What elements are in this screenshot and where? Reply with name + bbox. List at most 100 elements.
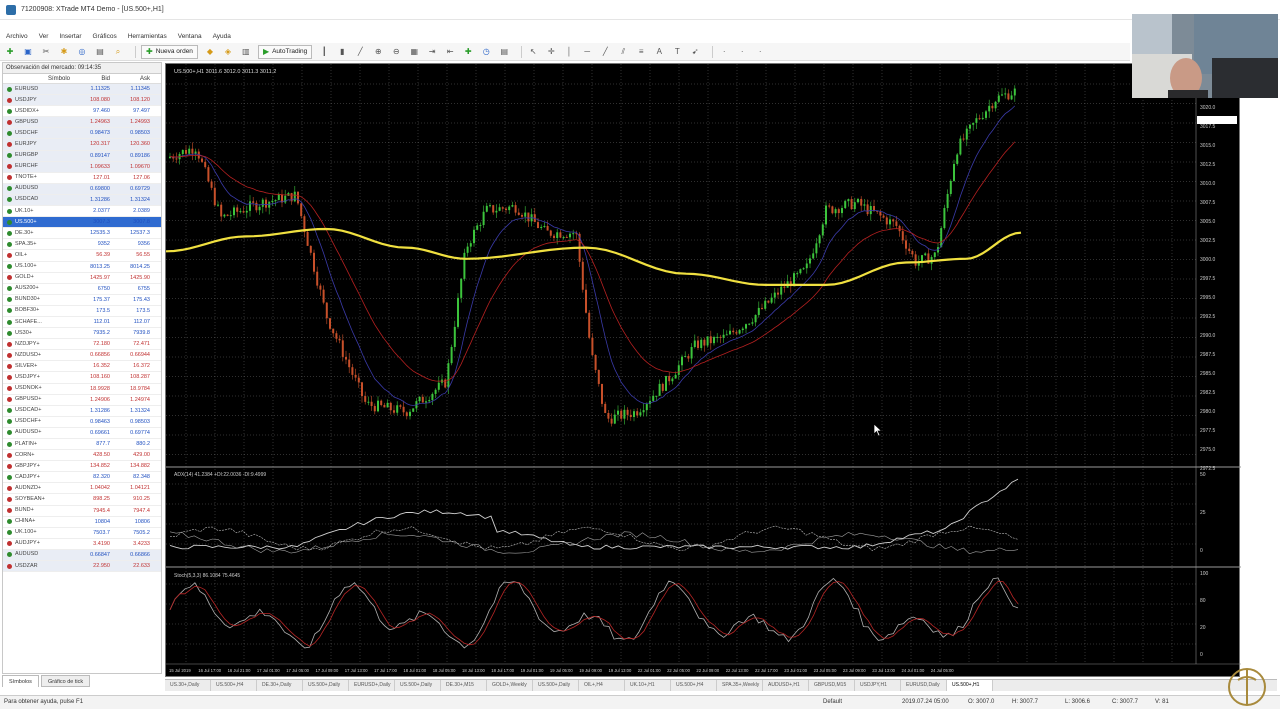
market-watch-row[interactable]: BUND30+ 175.37 175.43 (3, 295, 161, 306)
menu-ver[interactable]: Ver (39, 33, 49, 40)
equidistant-channel-icon[interactable]: ⫽ (617, 46, 629, 58)
line-chart-icon[interactable]: ╱ (354, 46, 366, 58)
market-watch-row[interactable]: SCHAFE... 112.01 112.07 (3, 317, 161, 329)
terminal-icon[interactable]: ▤ (94, 46, 106, 58)
market-watch-row[interactable]: CADJPY+ 82.320 82.348 (3, 472, 161, 484)
menu-archivo[interactable]: Archivo (6, 33, 28, 40)
bar-chart-icon[interactable]: ┃ (318, 46, 330, 58)
market-watch-row[interactable]: EURCHF 1.09633 1.09670 (3, 161, 161, 173)
arrows-icon[interactable]: ➹ (689, 46, 701, 58)
meta-editor-icon[interactable]: ◆ (204, 46, 216, 58)
market-watch-row[interactable]: TNOTE+ 127.01 127.06 (3, 173, 161, 184)
text-icon[interactable]: A (653, 46, 665, 58)
market-watch-row[interactable]: AUDUSD+ 0.69661 0.69774 (3, 428, 161, 439)
market-watch-row[interactable]: USDZAR 22.950 22.633 (3, 561, 161, 573)
market-watch-row[interactable]: UK.10+ 2.0377 2.0389 (3, 206, 161, 218)
crosshair-icon[interactable]: ✛ (545, 46, 557, 58)
market-watch-row[interactable]: CORN+ 428.50 429.00 (3, 450, 161, 462)
column-ask[interactable]: Ask (113, 74, 153, 83)
menu-graficos[interactable]: Gráficos (93, 33, 117, 40)
market-watch-row[interactable]: GBPJPY+ 134.852 134.882 (3, 461, 161, 473)
vertical-line-icon[interactable]: │ (563, 46, 575, 58)
market-watch-row[interactable]: USDCAD+ 1.31286 1.31324 (3, 406, 161, 417)
menu-ayuda[interactable]: Ayuda (213, 33, 231, 40)
candle-chart-icon[interactable]: ▮ (336, 46, 348, 58)
chart-tab[interactable]: US.30+,Daily (165, 680, 211, 691)
market-watch-row[interactable]: SOYBEAN+ 898.25 910.25 (3, 494, 161, 506)
chart-tab[interactable]: OIL+,H4 (579, 680, 625, 691)
market-watch-row[interactable]: USDCHF 0.98473 0.98503 (3, 128, 161, 140)
market-watch-row[interactable]: NZDUSD+ 0.66856 0.66944 (3, 350, 161, 362)
fibonacci-icon[interactable]: ≡ (635, 46, 647, 58)
chart-tab[interactable]: DE.30+,M15 (441, 680, 487, 691)
cursor-icon[interactable]: ↖ (527, 46, 539, 58)
market-watch-row[interactable]: USDCAD 1.31286 1.31324 (3, 194, 161, 207)
tab-tick-chart[interactable]: Gráfico de tick (40, 675, 91, 687)
tile-windows-icon[interactable]: ▦ (408, 46, 420, 58)
chart-tab[interactable]: GBPUSD,M15 (809, 680, 855, 691)
market-watch-row[interactable]: USDCHF+ 0.98463 0.98503 (3, 417, 161, 428)
chart-tab[interactable]: GOLD+,Weekly (487, 680, 533, 691)
templates-icon[interactable]: ▤ (498, 46, 510, 58)
new-order-button[interactable]: ✚ Nueva orden (141, 44, 198, 59)
market-watch-row[interactable]: UK.100+ 7503.7 7505.2 (3, 528, 161, 539)
market-watch-row[interactable]: USDJPY 108.080 108.120 (3, 95, 161, 107)
profiles-icon[interactable]: ▣ (22, 46, 34, 58)
m5-period-icon[interactable]: · (736, 46, 748, 58)
chart-tab[interactable]: US.500+,Daily (533, 680, 579, 691)
chart-tab[interactable]: DE.30+,Daily (257, 680, 303, 691)
chart-tab[interactable]: USDJPY,H1 (855, 680, 901, 691)
market-watch-row[interactable]: DE.30+ 12535.3 12537.3 (3, 228, 161, 240)
zoom-out-icon[interactable]: ⊖ (390, 46, 402, 58)
market-watch-row[interactable]: EURUSD 1.11325 1.11345 (3, 84, 161, 96)
market-watch-row[interactable]: EURGBP 0.89147 0.89186 (3, 150, 161, 162)
chart-tab[interactable]: AUDUSD+,H1 (763, 680, 809, 691)
market-watch-row[interactable]: USDIDX+ 97.460 97.497 (3, 106, 161, 118)
market-watch-row[interactable]: USDNOK+ 18.9928 18.9784 (3, 384, 161, 395)
market-watch-row[interactable]: GBPUSD+ 1.24906 1.24974 (3, 395, 161, 406)
market-watch-row[interactable]: AUDUSD 0.69800 0.69729 (3, 183, 161, 195)
market-watch-row[interactable]: EURJPY 120.317 120.360 (3, 139, 161, 151)
menu-insertar[interactable]: Insertar (59, 33, 81, 40)
label-icon[interactable]: T (671, 46, 683, 58)
navigator-icon[interactable]: ✱ (58, 46, 70, 58)
cut-icon[interactable]: ✂ (40, 46, 52, 58)
market-watch-row[interactable]: SPA.35+ 9352 9356 (3, 239, 161, 251)
price-chart[interactable]: US.500+,H1 3011.6 3012.0 3011.3 3011.2 3… (166, 64, 1241, 678)
m15-period-icon[interactable]: · (754, 46, 766, 58)
column-symbol[interactable]: Símbolo (3, 74, 73, 83)
market-watch-row[interactable]: USDJPY+ 108.160 108.287 (3, 372, 161, 384)
market-watch-row[interactable]: GBPUSD 1.24963 1.24993 (3, 117, 161, 129)
zoom-in-icon[interactable]: ⊕ (372, 46, 384, 58)
market-watch-row[interactable]: BOBF30+ 173.5 173.5 (3, 306, 161, 317)
chart-tab[interactable]: UK.10+,H1 (625, 680, 671, 691)
market-watch-row[interactable]: AUDNZD+ 1.04042 1.04121 (3, 483, 161, 495)
menu-ventana[interactable]: Ventana (178, 33, 202, 40)
market-watch-row[interactable]: NZDJPY+ 72.180 72.471 (3, 339, 161, 351)
market-watch-row[interactable]: SILVER+ 16.352 16.372 (3, 361, 161, 373)
chart-tab[interactable]: US.500+,H1 (947, 680, 993, 691)
chart-tab[interactable]: US.500+,Daily (303, 680, 349, 691)
tab-symbols[interactable]: Símbolos (2, 675, 39, 687)
market-watch-row[interactable]: US.100+ 8013.25 8014.25 (3, 262, 161, 273)
market-watch-row[interactable]: AUDUSD 0.66847 0.66866 (3, 549, 161, 562)
scroll-end-icon[interactable]: ⇥ (426, 46, 438, 58)
tester-icon[interactable]: ⌕ (112, 46, 124, 58)
chart-tab[interactable]: US.500+,H4 (671, 680, 717, 691)
indicators-icon[interactable]: ✚ (462, 46, 474, 58)
chart-tab[interactable]: SPA.35+,Weekly (717, 680, 763, 691)
market-watch-row[interactable]: US.500+ 3007.3 3007.8 (3, 217, 161, 229)
chart-tab[interactable]: EURUSD+,Daily (349, 680, 395, 691)
chart-window[interactable]: US.500+,H1 3011.6 3012.0 3011.3 3011.2 3… (165, 63, 1241, 678)
market-watch-row[interactable]: CHINA+ 10804 10806 (3, 517, 161, 528)
column-bid[interactable]: Bid (73, 74, 113, 83)
market-watch-row[interactable]: OIL+ 56.39 56.55 (3, 250, 161, 262)
market-watch-row[interactable]: BUND+ 7945.4 7947.4 (3, 506, 161, 517)
new-chart-icon[interactable]: ✚ (4, 46, 16, 58)
autotrading-button[interactable]: ▶ AutoTrading (257, 44, 313, 59)
history-icon[interactable]: ▥ (240, 46, 252, 58)
menu-herramientas[interactable]: Herramientas (128, 33, 167, 40)
market-watch-icon[interactable]: ◎ (76, 46, 88, 58)
period-icon[interactable]: ◷ (480, 46, 492, 58)
chart-shift-icon[interactable]: ⇤ (444, 46, 456, 58)
